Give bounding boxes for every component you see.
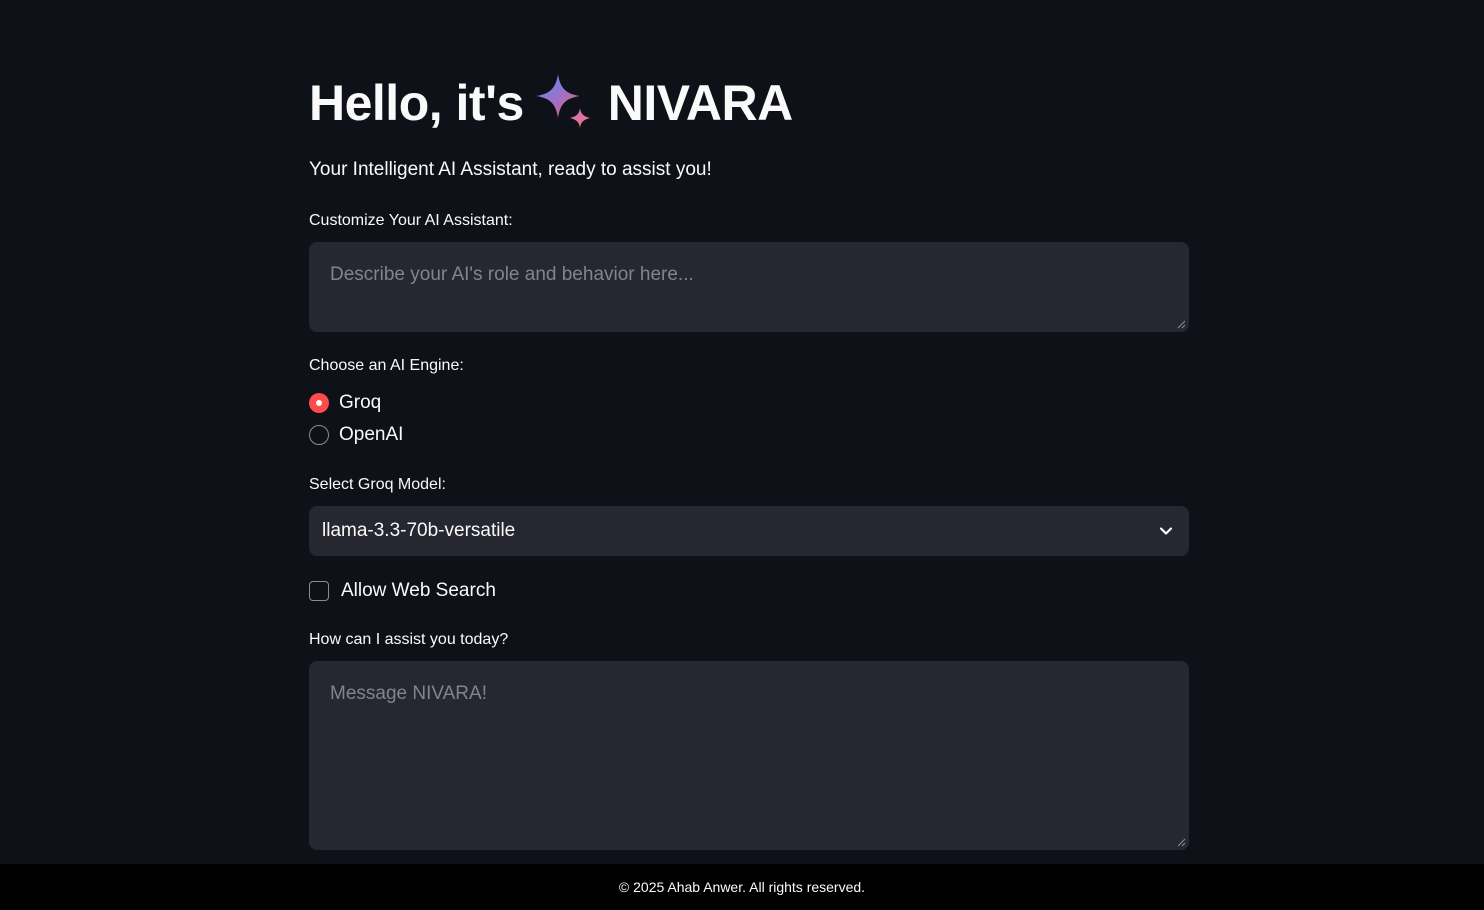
page-title: Hello, it's NIVARA	[309, 72, 793, 134]
page-subtitle: Your Intelligent AI Assistant, ready to …	[309, 159, 712, 180]
title-prefix: Hello, it's	[309, 75, 524, 131]
title-name: NIVARA	[607, 75, 793, 131]
web-search-checkbox-row[interactable]: Allow Web Search	[309, 580, 496, 602]
web-search-checkbox[interactable]	[309, 581, 329, 601]
footer-copyright: © 2025 Ahab Anwer. All rights reserved.	[618, 879, 866, 895]
ai-role-textarea[interactable]: Describe your AI's role and behavior her…	[309, 242, 1189, 332]
engine-option-openai[interactable]: OpenAI	[309, 424, 403, 446]
message-textarea[interactable]: Message NIVARA!	[309, 661, 1189, 850]
model-label: Select Groq Model:	[309, 476, 446, 493]
model-select-value: llama-3.3-70b-versatile	[322, 520, 516, 541]
engine-option-label: OpenAI	[339, 424, 404, 445]
footer: © 2025 Ahab Anwer. All rights reserved.	[0, 864, 1484, 910]
message-placeholder: Message NIVARA!	[330, 683, 487, 704]
engine-option-groq[interactable]: Groq	[309, 392, 381, 414]
chevron-down-icon	[1159, 527, 1173, 535]
resize-handle-icon[interactable]	[1177, 838, 1186, 847]
resize-handle-icon[interactable]	[1177, 320, 1186, 329]
web-search-label: Allow Web Search	[341, 580, 496, 601]
app-page: Hello, it's NIVARA Your Intelligent AI A…	[0, 0, 1484, 910]
message-label: How can I assist you today?	[309, 631, 509, 648]
sparkle-icon	[535, 74, 590, 128]
engine-option-label: Groq	[339, 392, 382, 413]
ai-role-placeholder: Describe your AI's role and behavior her…	[330, 264, 694, 285]
model-select[interactable]: llama-3.3-70b-versatile	[309, 506, 1189, 556]
customize-label: Customize Your AI Assistant:	[309, 212, 513, 229]
radio-unselected-icon[interactable]	[309, 425, 329, 445]
engine-label: Choose an AI Engine:	[309, 357, 464, 374]
radio-selected-icon[interactable]	[309, 393, 329, 413]
